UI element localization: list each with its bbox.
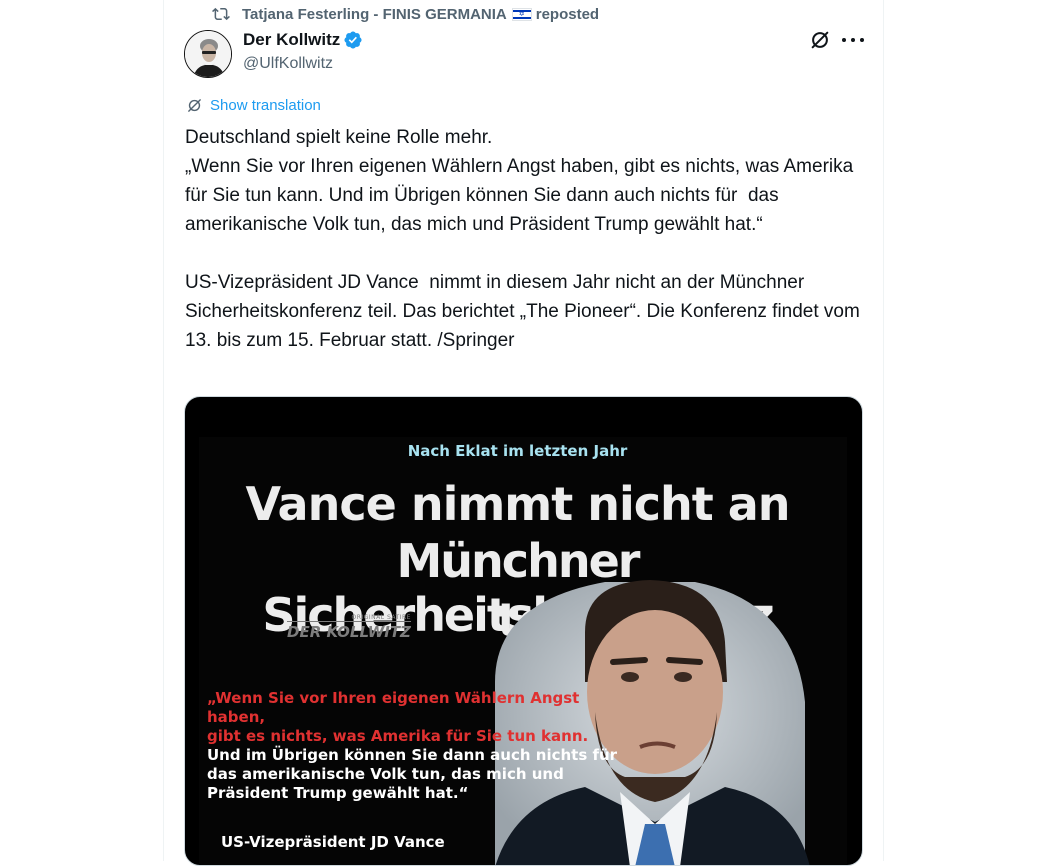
quote-red-2: gibt es nichts, was Amerika für Sie tun …	[207, 727, 589, 745]
media-headline-1: Vance nimmt nicht an	[245, 477, 790, 531]
watermark-big: DER KOLLWITZ	[287, 621, 411, 641]
show-translation-label: Show translation	[210, 97, 321, 114]
media-credit: US-Vizepräsident JD Vance	[221, 833, 445, 851]
reposter-name[interactable]: Tatjana Festerling - FINIS GERMANIA	[242, 6, 507, 23]
verified-badge-icon[interactable]	[343, 30, 363, 50]
watermark-small: ORIGINAL SATIRE	[351, 614, 411, 621]
repost-label: reposted	[535, 5, 600, 23]
timeline-border-right	[883, 0, 884, 861]
media-kicker: Nach Eklat im letzten Jahr	[407, 442, 628, 460]
tweet-text: Deutschland spielt keine Rolle mehr. „We…	[185, 127, 860, 351]
israel-flag-icon: ✡	[511, 7, 532, 21]
repost-indicator[interactable]: Tatjana Festerling - FINIS GERMANIA ✡ re…	[212, 4, 599, 24]
repost-icon	[212, 7, 230, 21]
watermark-logo: ORIGINAL SATIRE DER KOLLWITZ	[287, 614, 411, 641]
author-name[interactable]: Der Kollwitz	[243, 30, 340, 50]
quote-white-1: Und im Übrigen können Sie dann auch nich…	[207, 746, 618, 764]
more-options-icon[interactable]	[842, 30, 864, 50]
quote-white-3: Präsident Trump gewählt hat.“	[207, 784, 469, 802]
avatar-portrait	[185, 31, 231, 77]
quote-red-1: „Wenn Sie vor Ihren eigenen Wählern Angs…	[207, 689, 580, 726]
grok-icon[interactable]	[809, 29, 831, 51]
author-row: Der Kollwitz	[243, 30, 363, 50]
tweet-media-image[interactable]: Nach Eklat im letzten Jahr Vance nimmt n…	[184, 396, 863, 866]
media-quote: „Wenn Sie vor Ihren eigenen Wählern Angs…	[207, 689, 627, 803]
show-translation-link[interactable]: Show translation	[186, 97, 321, 114]
avatar[interactable]	[184, 30, 232, 78]
timeline-border-left	[163, 0, 164, 861]
author-handle[interactable]: @UlfKollwitz	[243, 55, 333, 73]
quote-white-2: das amerikanische Volk tun, das mich und	[207, 765, 564, 783]
grok-translate-icon	[188, 99, 201, 112]
